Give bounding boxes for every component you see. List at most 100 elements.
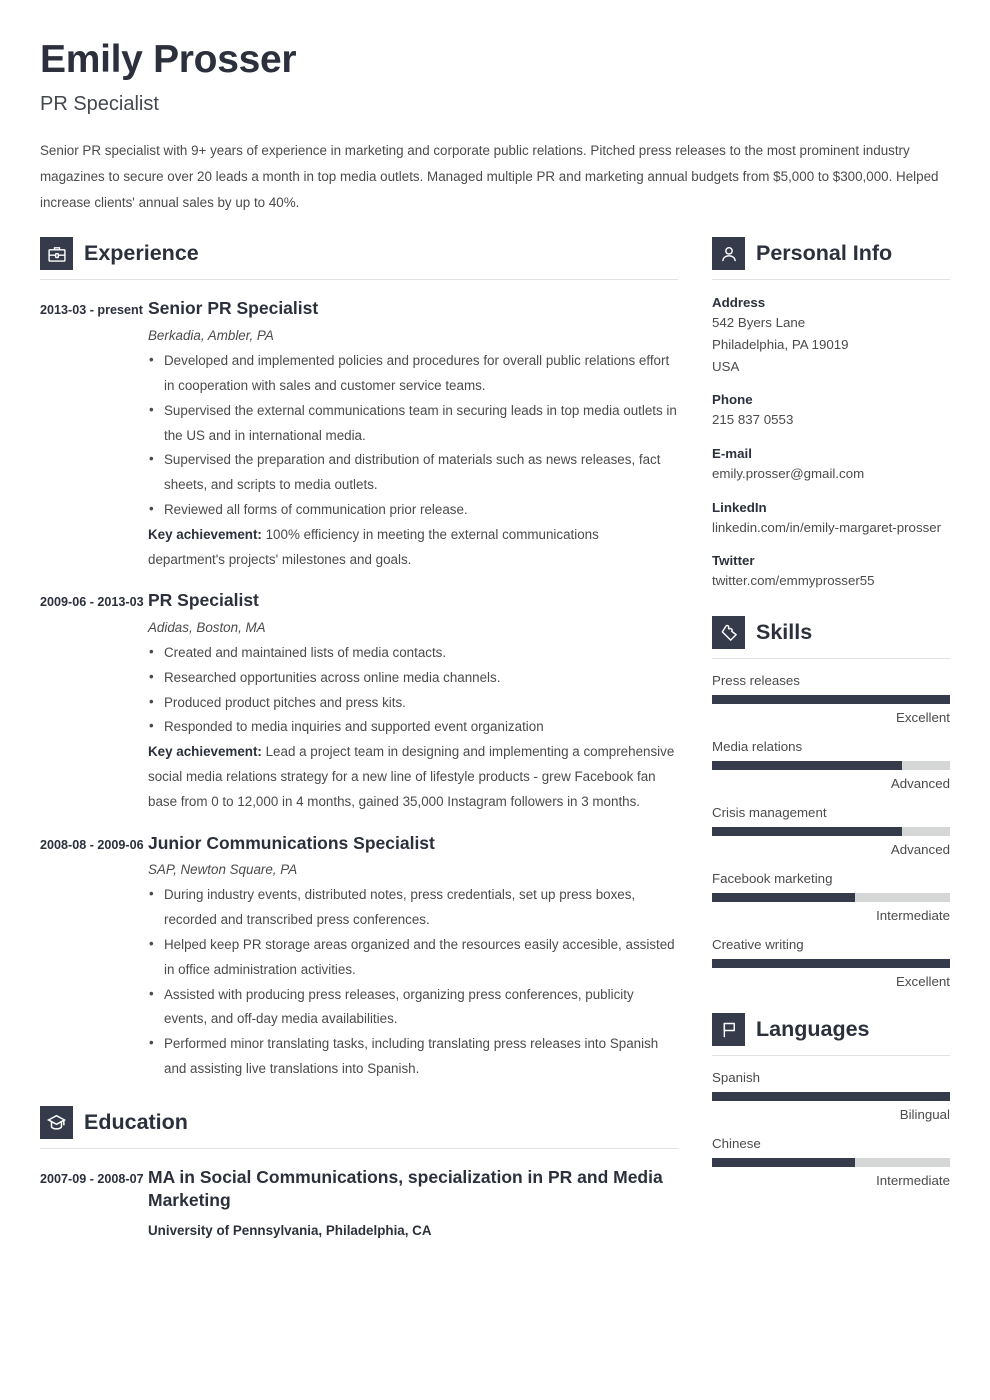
education-school: University of Pennsylvania, Philadelphia… — [148, 1223, 432, 1239]
skill-bar-fill — [712, 827, 903, 837]
flag-icon — [712, 1013, 745, 1047]
entry-company: Berkadia, Ambler, PA — [148, 328, 274, 344]
professional-summary: Senior PR specialist with 9+ years of ex… — [40, 142, 939, 210]
entry-role: Junior Communications Specialist — [148, 832, 435, 853]
entry-body: Senior PR Specialist Berkadia, Ambler, P… — [148, 297, 678, 572]
info-field-email: E-mail emily.prosser@gmail.com — [712, 446, 950, 485]
experience-section: Experience 2013-03 - present Senior PR S… — [40, 237, 678, 1081]
experience-title: Experience — [84, 241, 199, 266]
skill-name: Crisis management — [712, 805, 827, 821]
languages-title: Languages — [756, 1017, 870, 1042]
experience-entry: 2013-03 - present Senior PR Specialist B… — [40, 297, 678, 572]
bullet-item: Supervised the external communications t… — [148, 398, 678, 449]
candidate-name: Emily Prosser — [40, 38, 297, 81]
skill-name: Media relations — [712, 739, 803, 755]
info-label: E-mail — [712, 446, 752, 462]
entry-dates: 2008-08 - 2009-06 — [40, 837, 144, 852]
info-value[interactable]: linkedin.com/in/emily-margaret-prosser — [712, 517, 950, 539]
skill-bar — [712, 959, 950, 969]
skill-bar-fill — [712, 761, 903, 771]
language-bar — [712, 1092, 950, 1102]
key-achievement-label: Key achievement: — [148, 526, 262, 542]
sidebar-column: Personal Info Address 542 Byers Lane Phi… — [712, 237, 950, 1188]
education-section-header: Education — [40, 1105, 678, 1149]
entry-body: PR Specialist Adidas, Boston, MA Created… — [148, 589, 678, 814]
experience-entry: 2009-06 - 2013-03 PR Specialist Adidas, … — [40, 589, 678, 814]
puzzle-piece-icon — [712, 616, 745, 650]
graduation-cap-icon — [40, 1105, 73, 1139]
education-title: Education — [84, 1109, 188, 1134]
language-item: Spanish Bilingual — [712, 1070, 950, 1122]
entry-company: Adidas, Boston, MA — [148, 620, 266, 636]
languages-section: Languages Spanish Bilingual Chinese Inte… — [712, 1013, 950, 1188]
bullet-item: Researched opportunities across online m… — [148, 665, 678, 691]
languages-section-header: Languages — [712, 1013, 950, 1057]
skill-level: Excellent — [896, 710, 950, 726]
skill-item: Media relations Advanced — [712, 739, 950, 791]
entry-dates: 2007-09 - 2008-07 — [40, 1171, 144, 1186]
resume-header: Emily Prosser PR Specialist Senior PR sp… — [40, 38, 950, 215]
info-field-linkedin: LinkedIn linkedin.com/in/emily-margaret-… — [712, 500, 950, 539]
language-name: Spanish — [712, 1070, 761, 1086]
bullet-item: Developed and implemented policies and p… — [148, 348, 678, 399]
skill-name: Facebook marketing — [712, 871, 833, 887]
entry-role: Senior PR Specialist — [148, 298, 319, 319]
language-bar-fill — [712, 1158, 855, 1168]
info-label: LinkedIn — [712, 499, 767, 515]
skill-name: Press releases — [712, 673, 800, 689]
bullet-item: Produced product pitches and press kits. — [148, 690, 678, 716]
info-field-address: Address 542 Byers Lane Philadelphia, PA … — [712, 295, 950, 377]
skill-item: Crisis management Advanced — [712, 805, 950, 857]
skill-bar — [712, 695, 950, 705]
resume-page: Emily Prosser PR Specialist Senior PR sp… — [0, 0, 990, 1400]
key-achievement-label: Key achievement: — [148, 744, 262, 760]
info-label: Address — [712, 295, 766, 311]
personal-info-section-header: Personal Info — [712, 237, 950, 281]
education-entry: 2007-09 - 2008-07 MA in Social Communica… — [40, 1166, 678, 1242]
bullet-item: Created and maintained lists of media co… — [148, 640, 678, 666]
info-label: Phone — [712, 392, 753, 408]
skills-section: Skills Press releases Excellent Media re… — [712, 616, 950, 989]
skill-bar-fill — [712, 695, 950, 705]
bullet-item: Performed minor translating tasks, inclu… — [148, 1031, 678, 1082]
personal-info-section: Personal Info Address 542 Byers Lane Phi… — [712, 237, 950, 592]
skill-item: Facebook marketing Intermediate — [712, 871, 950, 923]
info-field-twitter: Twitter twitter.com/emmyprosser55 — [712, 553, 950, 592]
entry-bullets: Created and maintained lists of media co… — [148, 640, 678, 740]
skill-name: Creative writing — [712, 937, 804, 953]
education-degree: MA in Social Communications, specializat… — [148, 1166, 663, 1210]
candidate-job-title: PR Specialist — [40, 92, 159, 115]
key-achievement: Key achievement: Lead a project team in … — [148, 740, 678, 814]
entry-role: PR Specialist — [148, 590, 259, 611]
entry-dates: 2009-06 - 2013-03 — [40, 595, 144, 610]
skill-level: Intermediate — [876, 908, 950, 924]
language-level: Intermediate — [876, 1173, 950, 1189]
main-column: Experience 2013-03 - present Senior PR S… — [40, 237, 678, 1241]
skill-level: Advanced — [890, 776, 950, 792]
experience-entry: 2008-08 - 2009-06 Junior Communications … — [40, 832, 678, 1082]
skill-bar-fill — [712, 959, 950, 969]
language-bar-fill — [712, 1092, 950, 1102]
personal-info-title: Personal Info — [756, 241, 893, 266]
education-section: Education 2007-09 - 2008-07 MA in Social… — [40, 1105, 678, 1242]
bullet-item: Reviewed all forms of communication prio… — [148, 497, 678, 523]
entry-body: Junior Communications Specialist SAP, Ne… — [148, 832, 678, 1082]
briefcase-icon — [40, 237, 73, 271]
language-name: Chinese — [712, 1136, 761, 1152]
info-value[interactable]: twitter.com/emmyprosser55 — [712, 570, 950, 592]
bullet-item: Supervised the preparation and distribut… — [148, 447, 678, 498]
info-value: 215 837 0553 — [712, 412, 794, 428]
experience-section-header: Experience — [40, 237, 678, 281]
skill-bar-fill — [712, 893, 855, 903]
skill-bar — [712, 761, 950, 771]
key-achievement: Key achievement: 100% efficiency in meet… — [148, 523, 678, 573]
info-label: Twitter — [712, 553, 755, 569]
resume-columns: Experience 2013-03 - present Senior PR S… — [40, 237, 950, 1241]
skill-bar — [712, 893, 950, 903]
language-bar — [712, 1158, 950, 1168]
person-icon — [712, 237, 745, 271]
info-value[interactable]: emily.prosser@gmail.com — [712, 463, 950, 485]
skill-level: Advanced — [890, 842, 950, 858]
entry-bullets: During industry events, distributed note… — [148, 882, 678, 1082]
entry-dates: 2013-03 - present — [40, 303, 143, 318]
